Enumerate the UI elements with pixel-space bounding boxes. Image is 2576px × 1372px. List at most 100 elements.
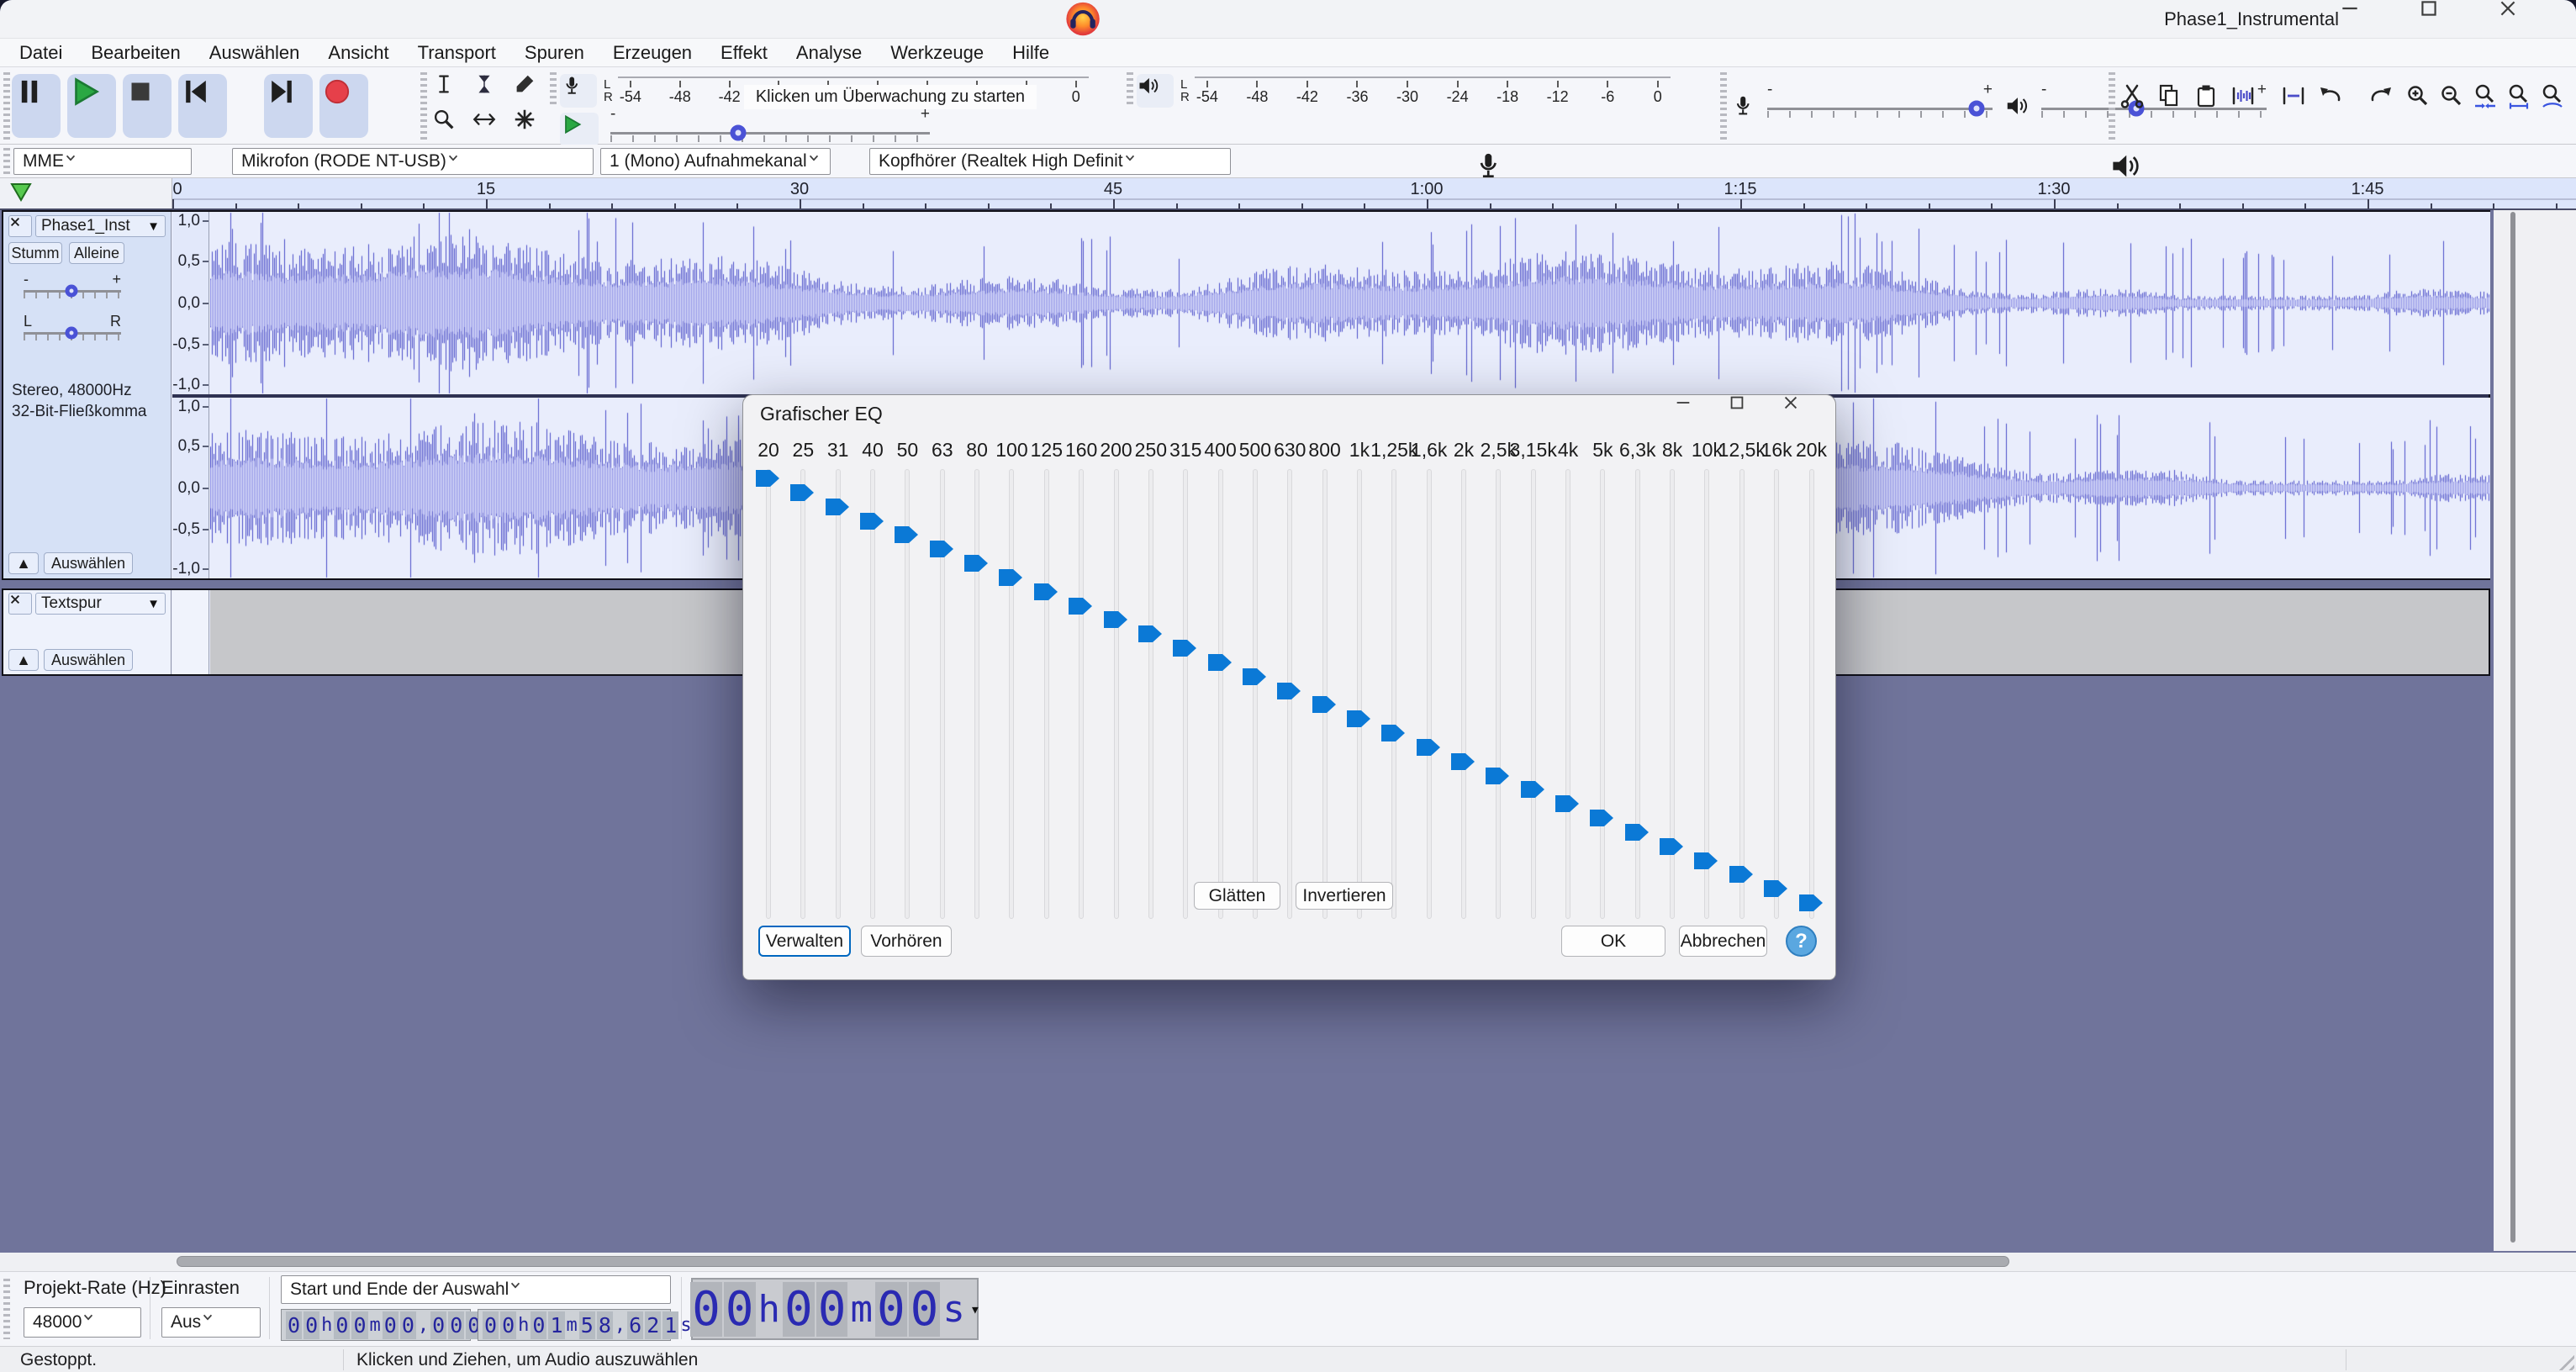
- minimize-button[interactable]: [1674, 395, 1728, 432]
- eq-band-slider-thumb[interactable]: [1625, 824, 1650, 841]
- record-volume-thumb[interactable]: [1969, 101, 1985, 117]
- eq-band-slider-thumb[interactable]: [826, 499, 850, 515]
- device-toolbar-grip[interactable]: [3, 148, 10, 175]
- smooth-button[interactable]: Glätten: [1194, 882, 1280, 910]
- eq-band-slider-thumb[interactable]: [1312, 696, 1337, 713]
- eq-band-slider-thumb[interactable]: [1729, 866, 1754, 883]
- eq-band-slider-track[interactable]: [1531, 469, 1536, 919]
- eq-band-slider-thumb[interactable]: [1486, 768, 1510, 784]
- vertical-scale-right[interactable]: 1,00,50,0-0,5-1,0: [172, 398, 209, 578]
- gain-slider-thumb[interactable]: [65, 285, 77, 298]
- title-bar[interactable]: Phase1_Instrumental: [0, 0, 2576, 39]
- track-close-button[interactable]: [8, 215, 32, 237]
- record-button[interactable]: [319, 74, 368, 138]
- record-volume-slider[interactable]: [1767, 98, 1993, 119]
- transport-menu[interactable]: Transport: [404, 42, 510, 64]
- eq-band-slider-thumb[interactable]: [1660, 838, 1684, 855]
- werkzeuge-menu[interactable]: Werkzeuge: [876, 42, 998, 64]
- trim-audio-button[interactable]: [2230, 82, 2267, 126]
- pause-button[interactable]: [12, 74, 61, 138]
- zoom-tool[interactable]: [430, 106, 471, 141]
- eq-band-slider-thumb[interactable]: [756, 470, 780, 487]
- selection-mode-select[interactable]: Start und Ende der Auswahl: [281, 1275, 671, 1304]
- gain-slider[interactable]: -+: [24, 277, 121, 303]
- eq-band-slider-thumb[interactable]: [895, 526, 919, 543]
- eq-band-slider-thumb[interactable]: [1173, 640, 1197, 657]
- pan-slider-thumb[interactable]: [65, 327, 77, 340]
- audio-host-select[interactable]: MME: [13, 148, 192, 175]
- timeshift-tool[interactable]: [471, 106, 511, 141]
- time-ruler[interactable]: 01530451:001:151:301:45: [172, 178, 2576, 208]
- analyse-menu[interactable]: Analyse: [782, 42, 876, 64]
- eq-band-slider-thumb[interactable]: [790, 484, 815, 501]
- eq-band-slider-track[interactable]: [1357, 469, 1362, 919]
- solo-button[interactable]: Alleine: [69, 242, 124, 264]
- eq-band-slider-thumb[interactable]: [1590, 810, 1614, 826]
- auswählen-menu[interactable]: Auswählen: [195, 42, 314, 64]
- pan-slider[interactable]: LR: [24, 319, 121, 345]
- eq-band-slider-thumb[interactable]: [1417, 739, 1441, 756]
- output-device-select[interactable]: Kopfhörer (Realtek High Definit: [869, 148, 1231, 175]
- stop-button[interactable]: [123, 74, 172, 138]
- eq-band-slider-thumb[interactable]: [1243, 668, 1267, 685]
- eq-band-slider-thumb[interactable]: [1451, 753, 1475, 770]
- redo-button[interactable]: [2367, 82, 2404, 126]
- eq-band-slider-thumb[interactable]: [1138, 625, 1163, 642]
- eq-band-slider-track[interactable]: [1322, 469, 1328, 919]
- eq-band-slider-track[interactable]: [1774, 469, 1779, 919]
- tools-toolbar-grip[interactable]: [420, 72, 427, 140]
- audio-position-display[interactable]: 00h00m00s▾: [691, 1278, 979, 1340]
- eq-band-slider-thumb[interactable]: [999, 569, 1023, 586]
- vertical-scrollbar[interactable]: [2494, 210, 2576, 1251]
- resize-grip[interactable]: [2554, 1350, 2574, 1370]
- eq-band-slider-thumb[interactable]: [1034, 583, 1058, 600]
- play-button[interactable]: [67, 74, 116, 138]
- eq-band-slider-thumb[interactable]: [860, 513, 884, 530]
- play-speed-slider[interactable]: [610, 122, 930, 144]
- zoom-fit-button[interactable]: [2505, 82, 2539, 126]
- track-title-button[interactable]: Phase1_Inst▼: [35, 215, 166, 237]
- ok-button[interactable]: OK: [1561, 926, 1665, 957]
- track-collapse-button[interactable]: ▲: [8, 552, 39, 574]
- silence-audio-button[interactable]: [2280, 82, 2317, 126]
- close-button[interactable]: [2497, 0, 2576, 38]
- erzeugen-menu[interactable]: Erzeugen: [599, 42, 706, 64]
- eq-band-slider-track[interactable]: [800, 469, 805, 919]
- preview-button[interactable]: Vorhören: [861, 926, 952, 957]
- eq-band-slider-track[interactable]: [1079, 469, 1084, 919]
- transport-toolbar-grip[interactable]: [3, 72, 10, 140]
- multi-tool[interactable]: [511, 106, 552, 141]
- copy-button[interactable]: [2156, 82, 2193, 126]
- eq-band-slider-track[interactable]: [836, 469, 841, 919]
- timeline[interactable]: 01530451:001:151:301:45: [0, 178, 2576, 210]
- track-select-button[interactable]: Auswählen: [44, 552, 133, 574]
- edit-toolbar-grip[interactable]: [2109, 72, 2115, 140]
- skip-to-end-button[interactable]: [264, 74, 313, 138]
- selection-start-field[interactable]: 00h00m00,000s▾: [281, 1309, 471, 1341]
- eq-band-slider-thumb[interactable]: [1555, 795, 1580, 812]
- cancel-button[interactable]: Abbrechen: [1679, 926, 1767, 957]
- input-device-select[interactable]: Mikrofon (RODE NT-USB): [232, 148, 594, 175]
- undo-button[interactable]: [2317, 82, 2354, 126]
- track-select-button[interactable]: Auswählen: [44, 649, 133, 671]
- play-at-speed-button[interactable]: [560, 113, 599, 146]
- skip-to-start-button[interactable]: [178, 74, 227, 138]
- eq-band-slider-track[interactable]: [1253, 469, 1258, 919]
- eq-band-slider-track[interactable]: [1427, 469, 1432, 919]
- eq-band-slider-thumb[interactable]: [964, 555, 989, 572]
- hilfe-menu[interactable]: Hilfe: [998, 42, 1064, 64]
- ansicht-menu[interactable]: Ansicht: [314, 42, 403, 64]
- eq-band-slider-track[interactable]: [1496, 469, 1501, 919]
- playback-meter-scale[interactable]: -54-48-42-36-30-24-18-12-60: [1195, 77, 1671, 106]
- help-button[interactable]: ?: [1786, 926, 1817, 957]
- waveform-left-channel[interactable]: [210, 212, 2490, 394]
- selection-tool[interactable]: [430, 71, 471, 106]
- close-button[interactable]: [1782, 395, 1835, 432]
- eq-band-slider-thumb[interactable]: [1277, 683, 1301, 699]
- input-channels-select[interactable]: 1 (Mono) Aufnahmekanal: [600, 148, 831, 175]
- track-close-button[interactable]: [8, 593, 32, 615]
- time-field-menu-icon[interactable]: ▾: [970, 1299, 980, 1319]
- eq-band-slider-track[interactable]: [940, 469, 945, 919]
- project-rate-select[interactable]: 48000: [24, 1307, 141, 1338]
- eq-band-slider-track[interactable]: [1391, 469, 1396, 919]
